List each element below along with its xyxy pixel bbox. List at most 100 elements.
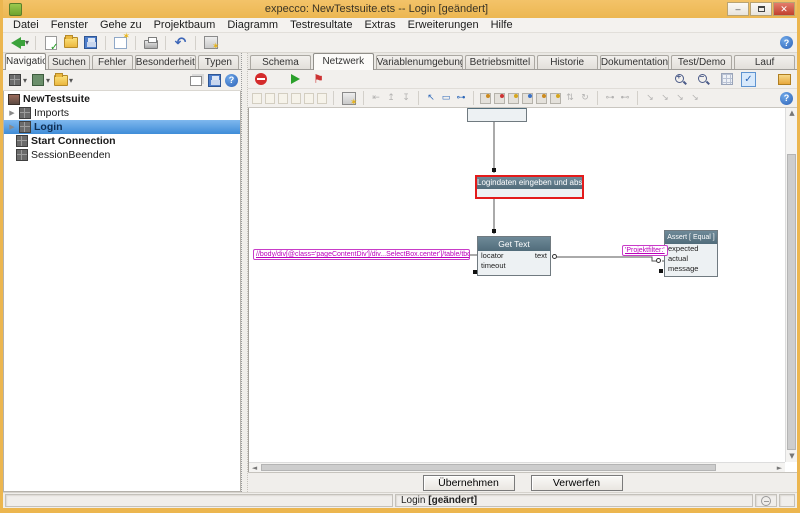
duplicate-step-icon[interactable] <box>278 93 288 104</box>
align-left-icon[interactable]: ⇤ <box>370 92 382 104</box>
expand-arrow-icon[interactable]: ▶ <box>8 123 16 131</box>
new-element-button[interactable] <box>29 72 46 88</box>
tab-navigation[interactable]: Navigation <box>5 53 46 70</box>
maximize-button[interactable] <box>750 2 772 16</box>
scroll-right-icon[interactable]: ► <box>774 463 785 472</box>
add-node-icon[interactable]: ↖ <box>425 92 437 104</box>
route-wire-icon[interactable]: ↘ <box>644 92 656 104</box>
scroll-up-icon[interactable]: ▲ <box>786 108 797 119</box>
tree-item-sessionbeenden[interactable]: SessionBeenden <box>4 148 240 162</box>
new-block-button[interactable] <box>6 72 23 88</box>
vertical-scrollbar[interactable]: ▲ ▼ <box>785 108 797 462</box>
zoom-in-button[interactable]: + <box>672 71 689 87</box>
tab-historie[interactable]: Historie <box>537 55 598 69</box>
apply-button[interactable]: Übernehmen <box>423 475 515 491</box>
route-wire4-icon[interactable]: ↘ <box>689 92 701 104</box>
hscroll-thumb[interactable] <box>261 464 716 471</box>
network-help-button[interactable]: ? <box>780 92 793 105</box>
help-button[interactable]: ? <box>780 36 793 49</box>
tab-betriebsmittel[interactable]: Betriebsmittel <box>465 55 535 69</box>
export-step-icon[interactable] <box>304 93 314 104</box>
debug-button[interactable]: ⚑ <box>310 71 327 87</box>
menu-datei[interactable]: Datei <box>7 18 45 33</box>
status-resize-segment[interactable] <box>779 494 795 507</box>
settings-button[interactable] <box>202 35 219 51</box>
close-button[interactable]: ✕ <box>773 2 795 16</box>
tab-suchen[interactable]: Suchen <box>48 55 89 69</box>
edit-pin-icon[interactable] <box>522 93 533 104</box>
accept-button[interactable]: ✓ <box>42 35 59 51</box>
menu-projektbaum[interactable]: Projektbaum <box>148 18 222 33</box>
tree-item-login[interactable]: ▶ Login <box>4 120 240 134</box>
input-pin-timeout[interactable]: timeout <box>481 261 506 271</box>
save-view-button[interactable] <box>206 72 223 88</box>
route-wire3-icon[interactable]: ↘ <box>674 92 686 104</box>
menu-hilfe[interactable]: Hilfe <box>485 18 519 33</box>
xpath-value-label[interactable]: //body/div[@class='pageContentDiv']/div.… <box>253 249 470 260</box>
freeze-pin-icon[interactable] <box>536 93 547 104</box>
text-output-connector[interactable] <box>552 254 557 259</box>
scroll-down-icon[interactable]: ▼ <box>786 451 797 462</box>
stop-button[interactable] <box>252 71 269 87</box>
template-step-icon[interactable] <box>317 93 327 104</box>
select-mode-button[interactable]: ✓ <box>741 72 756 87</box>
diagram-block-assert[interactable]: Assert [ Equal ] expected actual message <box>664 230 718 277</box>
connect-horizontal-icon[interactable]: ⊶ <box>604 92 616 104</box>
reload-icon[interactable]: ↻ <box>579 92 591 104</box>
discard-button[interactable]: Verwerfen <box>531 475 623 491</box>
tab-besonderheiten[interactable]: Besonderheiten <box>135 55 196 69</box>
remove-pin-icon[interactable] <box>494 93 505 104</box>
new-element-dropdown[interactable]: ▾ <box>46 76 50 85</box>
new-block-dropdown[interactable]: ▾ <box>23 76 27 85</box>
menu-erweiterungen[interactable]: Erweiterungen <box>402 18 485 33</box>
minimize-button[interactable]: – <box>727 2 749 16</box>
save-button[interactable] <box>82 35 99 51</box>
clone-view-button[interactable] <box>187 72 204 88</box>
back-button[interactable] <box>7 35 24 51</box>
auto-connect-icon[interactable]: ⊶ <box>455 92 467 104</box>
expand-icon[interactable]: ⇅ <box>564 92 576 104</box>
menu-testresultate[interactable]: Testresultate <box>284 18 358 33</box>
diagram-block-get-text[interactable]: Get Text locator text timeout <box>477 236 551 276</box>
add-output-pin-icon[interactable] <box>508 93 519 104</box>
route-wire2-icon[interactable]: ↘ <box>659 92 671 104</box>
tab-lauf[interactable]: Lauf <box>734 55 795 69</box>
menu-fenster[interactable]: Fenster <box>45 18 94 33</box>
tab-netzwerk[interactable]: Netzwerk <box>313 53 374 70</box>
open-file-button[interactable] <box>62 35 79 51</box>
new-folder-button[interactable] <box>52 72 69 88</box>
projektfilter-value-label[interactable]: 'Projektfilter:' <box>622 245 668 256</box>
new-window-button[interactable] <box>112 35 129 51</box>
tab-test-demo[interactable]: Test/Demo <box>671 55 732 69</box>
paste-step-icon[interactable] <box>265 93 275 104</box>
menu-extras[interactable]: Extras <box>358 18 401 33</box>
panel-splitter[interactable] <box>241 53 248 492</box>
diagram-block-logindaten[interactable]: Logindaten eingeben und absenden <box>475 175 584 199</box>
tree-item-newtestsuite[interactable]: NewTestsuite <box>4 92 240 106</box>
print-button[interactable] <box>142 35 159 51</box>
title-bar[interactable]: expecco: NewTestsuite.ets -- Login [geän… <box>3 0 797 18</box>
connect-vertical-icon[interactable]: ⊷ <box>619 92 631 104</box>
run-button[interactable] <box>287 71 304 87</box>
undo-button[interactable]: ↶ <box>172 35 189 51</box>
menu-gehe-zu[interactable]: Gehe zu <box>94 18 148 33</box>
output-pin-text[interactable]: text <box>535 251 547 261</box>
tab-typen[interactable]: Typen <box>198 55 239 69</box>
tree-item-start-connection[interactable]: Start Connection <box>4 134 240 148</box>
actual-input-connector[interactable] <box>656 258 661 263</box>
network-canvas[interactable]: Logindaten eingeben und absenden Get Tex… <box>249 108 785 462</box>
scroll-left-icon[interactable]: ◄ <box>249 463 260 472</box>
vscroll-thumb[interactable] <box>787 154 796 450</box>
tab-schema[interactable]: Schema <box>250 55 311 69</box>
tree-item-imports[interactable]: ▶ Imports <box>4 106 240 120</box>
align-top-icon[interactable]: ↥ <box>385 92 397 104</box>
default-pin-icon[interactable] <box>550 93 561 104</box>
tab-fehler[interactable]: Fehler <box>92 55 133 69</box>
timeout-pin-marker[interactable] <box>473 270 477 274</box>
expand-arrow-icon[interactable]: ▶ <box>8 109 16 117</box>
menu-diagramm[interactable]: Diagramm <box>221 18 284 33</box>
resize-node-icon[interactable]: ▭ <box>440 92 452 104</box>
grid-toggle-button[interactable] <box>718 71 735 87</box>
message-pin-marker[interactable] <box>659 269 663 273</box>
add-input-pin-icon[interactable] <box>480 93 491 104</box>
